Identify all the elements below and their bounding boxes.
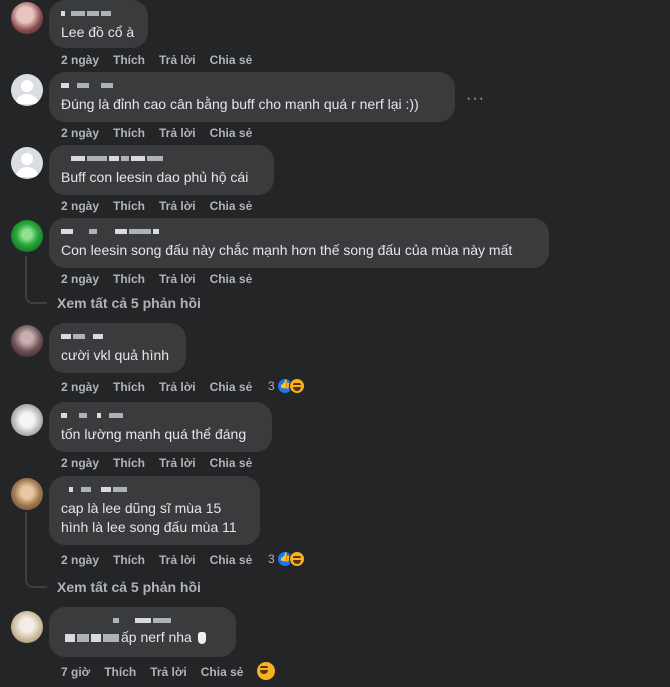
haha-reaction-icon xyxy=(256,661,276,681)
share-button[interactable]: Chia sẻ xyxy=(210,380,253,394)
timestamp[interactable]: 2 ngày xyxy=(61,272,99,286)
comment-actions: 2 ngày Thích Trả lời Chia sẻ xyxy=(61,456,252,470)
view-replies-link[interactable]: Xem tất cả 5 phản hồi xyxy=(57,579,201,595)
reply-thread-line xyxy=(25,256,47,304)
comment-bubble: Lee đồ cổ à xyxy=(49,0,148,48)
timestamp[interactable]: 2 ngày xyxy=(61,53,99,67)
view-replies-link[interactable]: Xem tất cả 5 phản hồi xyxy=(57,295,201,311)
share-button[interactable]: Chia sẻ xyxy=(210,53,253,67)
reaction-summary[interactable]: 3 xyxy=(268,551,305,567)
author-name-redacted[interactable] xyxy=(61,483,248,495)
share-button[interactable]: Chia sẻ xyxy=(201,665,244,679)
share-button[interactable]: Chia sẻ xyxy=(210,199,253,213)
author-name-redacted[interactable] xyxy=(61,330,174,342)
comment-bubble: ấp nerf nha xyxy=(49,607,236,657)
comment-actions: 2 ngày Thích Trả lời Chia sẻ xyxy=(61,553,252,567)
comment-text: cười vkl quả hình xyxy=(61,347,170,363)
comment-bubble: Con leesin song đấu này chắc mạnh hơn th… xyxy=(49,218,549,268)
like-button[interactable]: Thích xyxy=(113,456,145,470)
rabbit-emoji-icon xyxy=(197,631,206,644)
reaction-count: 3 xyxy=(268,379,275,393)
avatar[interactable] xyxy=(11,404,43,436)
comment-actions: 2 ngày Thích Trả lời Chia sẻ xyxy=(61,53,252,67)
timestamp[interactable]: 2 ngày xyxy=(61,456,99,470)
like-button[interactable]: Thích xyxy=(104,665,136,679)
comment-text: Buff con leesin dao phủ hộ cái xyxy=(61,169,249,185)
avatar[interactable] xyxy=(11,2,43,34)
reaction-count: 3 xyxy=(268,552,275,566)
timestamp[interactable]: 2 ngày xyxy=(61,553,99,567)
comment-actions: 2 ngày Thích Trả lời Chia sẻ xyxy=(61,380,252,394)
like-button[interactable]: Thích xyxy=(113,380,145,394)
haha-reaction-icon xyxy=(288,378,305,394)
comment-bubble: cap là lee dũng sĩ mùa 15 hình là lee so… xyxy=(49,476,260,545)
comment-actions: 2 ngày Thích Trả lời Chia sẻ xyxy=(61,126,252,140)
timestamp[interactable]: 2 ngày xyxy=(61,199,99,213)
comment-text: tốn lường mạnh quá thể đáng xyxy=(61,426,247,442)
avatar[interactable] xyxy=(11,325,43,357)
like-button[interactable]: Thích xyxy=(113,553,145,567)
reply-button[interactable]: Trả lời xyxy=(159,126,196,140)
comment-text: Lee đồ cổ à xyxy=(61,24,135,40)
reply-button[interactable]: Trả lời xyxy=(159,456,196,470)
author-name-redacted[interactable] xyxy=(61,7,136,19)
share-button[interactable]: Chia sẻ xyxy=(210,272,253,286)
author-name-redacted[interactable] xyxy=(61,409,260,421)
comment-bubble: Đúng là đỉnh cao cân bằng buff cho mạnh … xyxy=(49,72,455,122)
avatar[interactable] xyxy=(11,611,43,643)
reaction-summary[interactable] xyxy=(256,661,276,681)
reply-button[interactable]: Trả lời xyxy=(159,53,196,67)
comment-actions: 2 ngày Thích Trả lời Chia sẻ xyxy=(61,199,252,213)
redacted-text-block xyxy=(65,633,119,642)
like-button[interactable]: Thích xyxy=(113,272,145,286)
comment-bubble: Buff con leesin dao phủ hộ cái xyxy=(49,145,274,195)
comment-text: cap là lee dũng sĩ mùa 15 hình là lee so… xyxy=(61,500,237,535)
comment-bubble: cười vkl quả hình xyxy=(49,323,186,373)
timestamp[interactable]: 2 ngày xyxy=(61,126,99,140)
timestamp[interactable]: 2 ngày xyxy=(61,380,99,394)
author-name-redacted[interactable] xyxy=(61,79,443,91)
timestamp[interactable]: 7 giờ xyxy=(61,665,90,679)
reaction-summary[interactable]: 3 xyxy=(268,378,305,394)
share-button[interactable]: Chia sẻ xyxy=(210,456,253,470)
share-button[interactable]: Chia sẻ xyxy=(210,553,253,567)
reply-button[interactable]: Trả lời xyxy=(159,380,196,394)
haha-reaction-icon xyxy=(288,551,305,567)
like-button[interactable]: Thích xyxy=(113,199,145,213)
author-name-redacted[interactable] xyxy=(61,225,537,237)
avatar[interactable] xyxy=(11,478,43,510)
comment-text-visible: ấp nerf nha xyxy=(121,629,192,645)
comment-text: ấp nerf nha xyxy=(61,628,224,647)
default-avatar-icon xyxy=(15,153,39,177)
reply-button[interactable]: Trả lời xyxy=(150,665,187,679)
like-button[interactable]: Thích xyxy=(113,126,145,140)
more-options-button[interactable]: ··· xyxy=(466,90,485,108)
reply-button[interactable]: Trả lời xyxy=(159,199,196,213)
comment-bubble: tốn lường mạnh quá thể đáng xyxy=(49,402,272,452)
author-name-redacted[interactable] xyxy=(61,152,262,164)
share-button[interactable]: Chia sẻ xyxy=(210,126,253,140)
avatar[interactable] xyxy=(11,220,43,252)
reply-button[interactable]: Trả lời xyxy=(159,272,196,286)
comment-text: Đúng là đỉnh cao cân bằng buff cho mạnh … xyxy=(61,96,419,112)
comment-text: Con leesin song đấu này chắc mạnh hơn th… xyxy=(61,242,513,258)
avatar[interactable] xyxy=(11,74,43,106)
author-name-redacted[interactable] xyxy=(61,614,224,626)
avatar[interactable] xyxy=(11,147,43,179)
like-button[interactable]: Thích xyxy=(113,53,145,67)
default-avatar-icon xyxy=(15,80,39,104)
comment-actions: 2 ngày Thích Trả lời Chia sẻ xyxy=(61,272,252,286)
reply-button[interactable]: Trả lời xyxy=(159,553,196,567)
reply-thread-line xyxy=(25,512,47,588)
comment-actions: 7 giờ Thích Trả lời Chia sẻ xyxy=(61,665,243,679)
